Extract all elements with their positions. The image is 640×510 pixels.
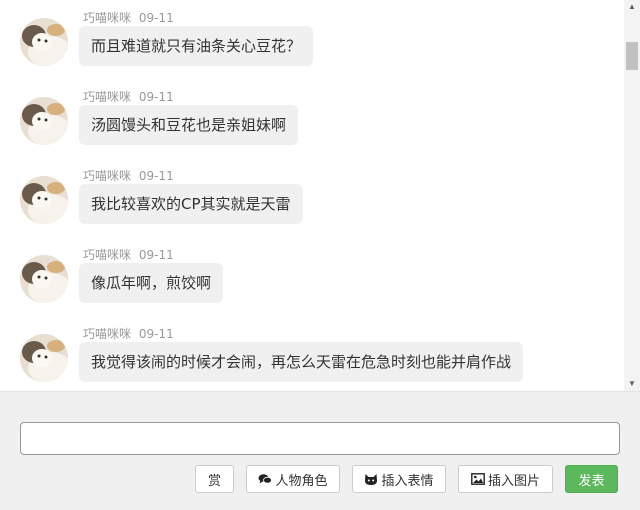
message-input[interactable] bbox=[20, 422, 620, 455]
send-button-label: 发表 bbox=[578, 473, 605, 489]
scroll-down-arrow-icon[interactable]: ▼ bbox=[624, 377, 640, 391]
message-bubble: 而且难道就只有油条关心豆花？ bbox=[79, 26, 314, 66]
insert-emoji-button[interactable]: 插入表情 bbox=[352, 465, 446, 493]
chat-message: 巧喵咪咪 09-11 而且难道就只有油条关心豆花？ bbox=[0, 0, 624, 79]
message-bubble: 汤圆馒头和豆花也是亲姐妹啊 bbox=[79, 105, 299, 145]
chat-message: 巧喵咪咪 09-11 我比较喜欢的CP其实就是天雷 bbox=[0, 158, 624, 237]
reward-button[interactable]: 赏 bbox=[195, 465, 234, 493]
chat-message: 巧喵咪咪 09-11 汤圆馒头和豆花也是亲姐妹啊 bbox=[0, 79, 624, 158]
message-bubble: 我比较喜欢的CP其实就是天雷 bbox=[79, 184, 303, 224]
message-time: 09-11 bbox=[138, 11, 174, 25]
picture-icon bbox=[471, 472, 485, 486]
scroll-up-arrow-icon[interactable]: ▲ bbox=[624, 0, 640, 14]
avatar[interactable] bbox=[20, 255, 68, 303]
chat-message-list[interactable]: 巧喵咪咪 09-11 而且难道就只有油条关心豆花？ 巧喵咪咪 09-11 汤圆馒… bbox=[0, 0, 624, 391]
message-bubble: 像瓜年啊，煎饺啊 bbox=[79, 263, 224, 303]
message-meta: 巧喵咪咪 09-11 bbox=[83, 167, 174, 184]
message-time: 09-11 bbox=[138, 248, 174, 262]
cat-face-icon bbox=[364, 472, 378, 486]
chat-scrollbar[interactable]: ▲ ▼ bbox=[624, 0, 640, 391]
message-username[interactable]: 巧喵咪咪 bbox=[83, 327, 131, 341]
message-username[interactable]: 巧喵咪咪 bbox=[83, 248, 131, 262]
message-username[interactable]: 巧喵咪咪 bbox=[83, 11, 131, 25]
message-meta: 巧喵咪咪 09-11 bbox=[83, 9, 174, 26]
message-username[interactable]: 巧喵咪咪 bbox=[83, 90, 131, 104]
message-meta: 巧喵咪咪 09-11 bbox=[83, 325, 174, 342]
scrollbar-thumb[interactable] bbox=[626, 42, 638, 70]
character-role-label: 人物角色 bbox=[275, 473, 328, 489]
message-meta: 巧喵咪咪 09-11 bbox=[83, 88, 174, 105]
message-composer: 赏 人物角色 插入表情 插入图片 发表 bbox=[0, 391, 640, 510]
message-meta: 巧喵咪咪 09-11 bbox=[83, 246, 174, 263]
insert-emoji-label: 插入表情 bbox=[381, 473, 434, 489]
reward-button-label: 赏 bbox=[207, 473, 221, 489]
chat-bubbles-icon bbox=[258, 472, 273, 486]
message-username[interactable]: 巧喵咪咪 bbox=[83, 169, 131, 183]
message-bubble: 我觉得该闹的时候才会闹，再怎么天雷在危急时刻也能并肩作战 bbox=[79, 342, 524, 382]
character-role-button[interactable]: 人物角色 bbox=[246, 465, 340, 493]
avatar[interactable] bbox=[20, 97, 68, 145]
message-time: 09-11 bbox=[138, 90, 174, 104]
message-time: 09-11 bbox=[138, 169, 174, 183]
message-time: 09-11 bbox=[138, 327, 174, 341]
avatar[interactable] bbox=[20, 18, 68, 66]
avatar[interactable] bbox=[20, 334, 68, 382]
insert-image-label: 插入图片 bbox=[487, 473, 540, 489]
insert-image-button[interactable]: 插入图片 bbox=[458, 465, 553, 493]
send-button[interactable]: 发表 bbox=[565, 465, 618, 493]
chat-message: 巧喵咪咪 09-11 我觉得该闹的时候才会闹，再怎么天雷在危急时刻也能并肩作战 bbox=[0, 316, 624, 391]
avatar[interactable] bbox=[20, 176, 68, 224]
chat-message: 巧喵咪咪 09-11 像瓜年啊，煎饺啊 bbox=[0, 237, 624, 316]
